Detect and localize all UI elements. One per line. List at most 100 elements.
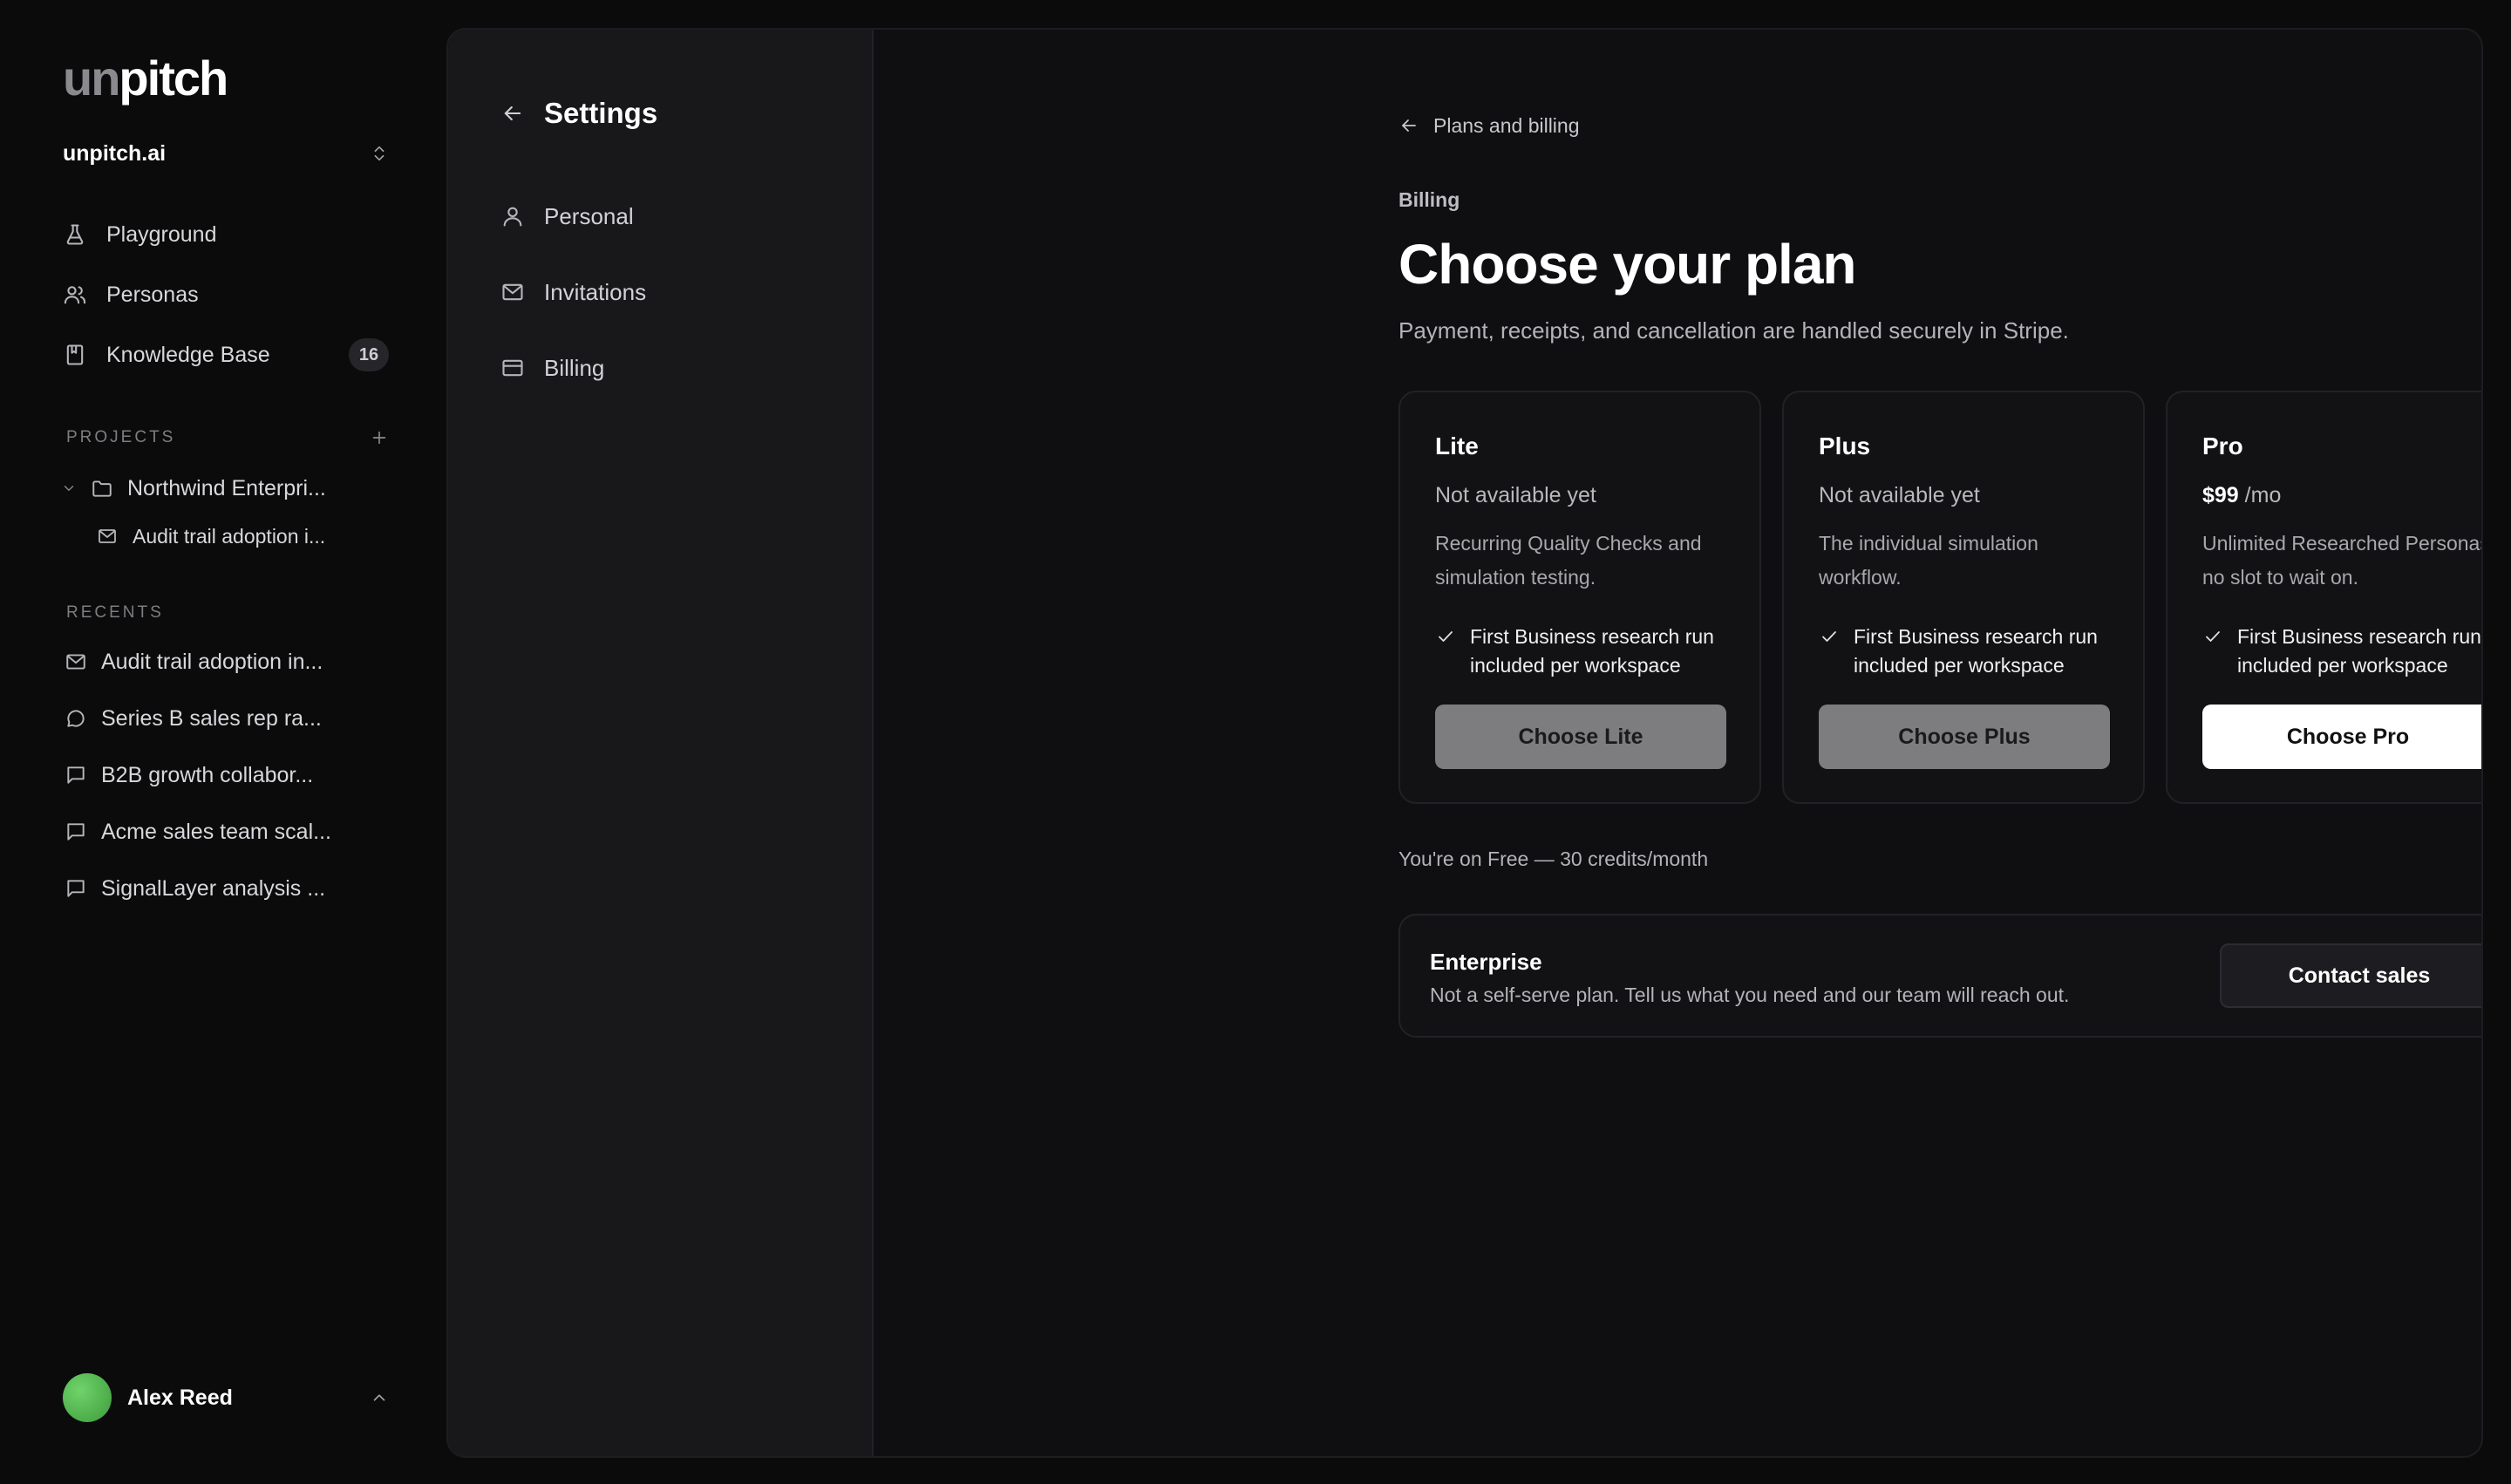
check-icon [1439, 631, 1453, 642]
recent-item-label: SignalLayer analysis ... [101, 875, 326, 901]
page-subtitle: Payment, receipts, and cancellation are … [1398, 317, 2069, 344]
project-child-label: Audit trail adoption i... [133, 524, 326, 548]
workspace-name: unpitch.ai [63, 140, 167, 166]
plan-description: Unlimited Researched Personas, no slot t… [2202, 532, 2483, 589]
settings-title: Settings [544, 97, 658, 129]
settings-sidebar: Settings Personal Invitations Billing [448, 30, 874, 1456]
plan-card-plus: Plus Not available yet The individual si… [1782, 391, 2145, 804]
chat-square-icon [67, 766, 85, 784]
plan-feature-text: First Business research run included per… [1854, 625, 2098, 677]
plan-name: Pro [2202, 432, 2243, 459]
breadcrumb-label: Plans and billing [1433, 113, 1580, 137]
nav-item-label: Playground [106, 221, 217, 247]
recent-item[interactable]: SignalLayer analysis ... [65, 868, 325, 909]
book-icon [66, 344, 84, 365]
enterprise-title: Enterprise [1430, 949, 1542, 975]
plan-feature-text: First Business research run included per… [1470, 625, 1714, 677]
settings-item-billing[interactable]: Billing [500, 345, 832, 391]
plan-price: Not available yet [1435, 483, 1596, 507]
choose-pro-button[interactable]: Choose Pro [2202, 705, 2481, 769]
folder-icon [92, 480, 112, 497]
enterprise-card: Enterprise Not a self-serve plan. Tell u… [1398, 914, 2481, 1038]
contact-sales-button[interactable]: Contact sales [2220, 943, 2481, 1008]
plan-feature: First Business research run included per… [1435, 623, 1740, 680]
mail-icon [99, 529, 116, 543]
settings-header: Settings [500, 91, 657, 136]
project-item-northwind[interactable]: Northwind Enterpri... [61, 467, 326, 509]
choose-lite-button[interactable]: Choose Lite [1435, 705, 1726, 769]
arrow-left-icon[interactable] [500, 101, 525, 126]
plan-feature: First Business research run included per… [2202, 623, 2481, 680]
settings-item-label: Invitations [544, 278, 647, 305]
plan-price: Not available yet [1819, 483, 1980, 507]
plan-price: $99 /mo [2202, 483, 2281, 508]
nav-item-playground[interactable]: Playground [63, 210, 389, 259]
plus-icon[interactable] [370, 428, 389, 447]
recents-heading: RECENTS [66, 600, 389, 626]
chat-round-icon [67, 710, 85, 727]
logo-part-dim: un [63, 51, 120, 106]
chevron-down-icon[interactable] [61, 480, 77, 496]
plan-price-unit: /mo [2244, 483, 2282, 507]
settings-item-label: Billing [544, 354, 605, 381]
recent-item-label: B2B growth collabor... [101, 762, 314, 787]
flask-icon [66, 224, 84, 245]
plan-name: Lite [1435, 432, 1479, 459]
sidebar: unpitch unpitch.ai Playground Personas K… [0, 0, 445, 1484]
settings-item-personal[interactable]: Personal [500, 194, 832, 239]
chevron-up-down-icon [374, 146, 384, 161]
plan-description: Recurring Quality Checks and simulation … [1435, 532, 1702, 589]
settings-item-invitations[interactable]: Invitations [500, 269, 832, 315]
arrow-left-icon [1402, 119, 1416, 132]
avatar [63, 1373, 112, 1422]
page-title: Choose your plan [1398, 233, 1856, 296]
choose-plus-button[interactable]: Choose Plus [1819, 705, 2110, 769]
recent-item-label: Audit trail adoption in... [101, 649, 323, 674]
chat-square-icon [67, 880, 85, 897]
plan-card-pro: Pro $99 /mo Unlimited Researched Persona… [2166, 391, 2483, 804]
envelope-icon [502, 283, 523, 301]
main-panel: Settings Personal Invitations Billing Pl… [446, 28, 2483, 1458]
logo-part-bright: pitch [119, 51, 228, 106]
nav-item-label: Knowledge Base [106, 342, 270, 367]
section-eyebrow: Billing [1398, 188, 1460, 211]
project-item-label: Northwind Enterpri... [127, 475, 326, 500]
count-badge: 16 [349, 338, 389, 371]
chat-square-icon [67, 823, 85, 841]
recent-item[interactable]: Acme sales team scal... [65, 811, 331, 853]
enterprise-description: Not a self-serve plan. Tell us what you … [1430, 984, 2070, 1006]
nav-item-label: Personas [106, 282, 199, 307]
person-icon [503, 207, 522, 227]
projects-heading-label: PROJECTS [66, 428, 176, 446]
user-menu[interactable]: Alex Reed [63, 1372, 389, 1423]
plan-feature: First Business research run included per… [1819, 623, 2124, 680]
nav-item-personas[interactable]: Personas [63, 270, 389, 319]
user-name: Alex Reed [127, 1385, 233, 1410]
plan-description: The individual simulation workflow. [1819, 532, 2038, 589]
workspace-switcher[interactable]: unpitch.ai [63, 136, 389, 171]
mail-icon [66, 654, 85, 670]
recent-item[interactable]: Series B sales rep ra... [65, 698, 322, 739]
check-icon [1822, 631, 1836, 642]
current-plan-status: You're on Free — 30 credits/month [1398, 848, 1709, 870]
recent-item[interactable]: B2B growth collabor... [65, 754, 313, 796]
recent-item-label: Acme sales team scal... [101, 819, 331, 844]
chevron-up-icon [373, 1394, 385, 1401]
recent-item-label: Series B sales rep ra... [101, 705, 322, 731]
breadcrumb[interactable]: Plans and billing [1398, 108, 1580, 143]
plan-card-lite: Lite Not available yet Recurring Quality… [1398, 391, 1761, 804]
nav-item-knowledge-base[interactable]: Knowledge Base 16 [63, 330, 389, 379]
plan-price-amount: $99 [2202, 483, 2239, 507]
plan-feature-text: First Business research run included per… [2237, 625, 2481, 677]
check-icon [2206, 631, 2220, 642]
projects-heading: PROJECTS [66, 425, 389, 451]
settings-item-label: Personal [544, 202, 634, 229]
recent-item[interactable]: Audit trail adoption in... [65, 641, 323, 683]
card-icon [502, 359, 523, 377]
recents-heading-label: RECENTS [66, 603, 164, 622]
users-icon [64, 286, 86, 304]
logo[interactable]: unpitch [63, 51, 228, 106]
project-child-item[interactable]: Audit trail adoption i... [96, 515, 325, 557]
plan-name: Plus [1819, 432, 1871, 459]
billing-content: Plans and billing Billing Choose your pl… [874, 30, 2481, 1456]
